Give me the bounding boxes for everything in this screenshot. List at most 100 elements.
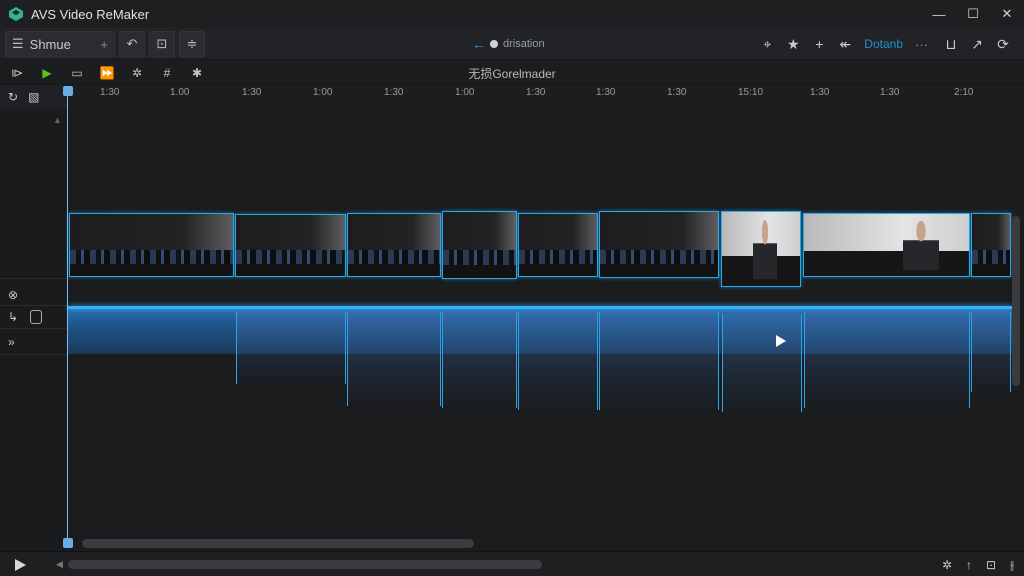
arrow-left-icon: ← bbox=[472, 36, 486, 52]
track-icon: ⊗ bbox=[8, 288, 19, 302]
status-bar: ◀ ✲ ↑ ⊡ ⫲ bbox=[0, 551, 1024, 576]
zoom-slider[interactable] bbox=[68, 560, 542, 569]
title-bar: AVS Video ReMaker — ☐ ✕ bbox=[0, 0, 1024, 28]
clip-thumbnail bbox=[972, 214, 1010, 252]
clip-thumbnail bbox=[600, 249, 718, 264]
vertical-scrollbar[interactable] bbox=[1012, 216, 1020, 386]
app-logo-icon bbox=[9, 7, 23, 21]
track-divider bbox=[0, 328, 67, 329]
settings-icon[interactable]: ⟳ bbox=[990, 31, 1016, 57]
main-toolbar: ☰ Shmue + ↶ ⊡ ≑ ← drisation ⌖ ★ + ↞ Dota… bbox=[0, 28, 1024, 60]
track-divider bbox=[0, 354, 67, 355]
clip-thumbnail bbox=[600, 264, 718, 277]
track-header-panel: ↻ ▧ ▲ ⊗ ↳ » bbox=[0, 85, 68, 551]
ruler-tick: 1:30 bbox=[526, 87, 546, 98]
undo-icon: ↶ bbox=[126, 36, 138, 51]
hamburger-icon: ☰ bbox=[12, 36, 24, 51]
clip-thumbnail bbox=[443, 212, 516, 252]
dot-icon bbox=[490, 40, 498, 48]
play-icon[interactable] bbox=[776, 335, 786, 347]
ruler-tick: 1:30 bbox=[596, 87, 616, 98]
pin-icon[interactable]: ⌖ bbox=[754, 31, 780, 57]
adjust-button[interactable]: ≑ bbox=[179, 31, 205, 57]
collapse-caret-icon[interactable]: ▲ bbox=[53, 115, 62, 125]
cross-icon[interactable]: + bbox=[806, 31, 832, 57]
clip-reflection bbox=[347, 312, 441, 406]
ruler-tick: 15:10 bbox=[738, 87, 764, 98]
scroll-left-icon[interactable]: ◀ bbox=[56, 559, 63, 570]
transport-bar: ⧐ ▶ ▭ ⏩ ✲ # ✱ 无损Gorelmader bbox=[0, 60, 1024, 85]
ruler-tick: 1:30 bbox=[242, 87, 262, 98]
playhead-handle-bottom[interactable] bbox=[63, 538, 73, 548]
crop-button[interactable]: ⊡ bbox=[149, 31, 175, 57]
clip-thumbnail bbox=[70, 214, 233, 252]
clip-thumbnail bbox=[70, 263, 233, 276]
undo-button[interactable]: ↶ bbox=[119, 31, 145, 57]
menu-button[interactable]: ☰ Shmue + bbox=[5, 31, 115, 57]
video-clip[interactable] bbox=[442, 211, 517, 279]
clip-thumbnail bbox=[236, 263, 345, 276]
video-clip[interactable] bbox=[235, 214, 346, 277]
clip-thumbnail bbox=[348, 263, 440, 276]
track-header-tools: ↻ ▧ bbox=[0, 85, 67, 109]
track-header-audio[interactable]: ↳ bbox=[0, 306, 67, 328]
clip-thumbnail bbox=[348, 214, 440, 252]
horizontal-scrollbar[interactable] bbox=[82, 539, 474, 548]
ruler-tick: 1:30 bbox=[100, 87, 120, 98]
clip-thumbnail bbox=[236, 250, 345, 264]
arrow-up-icon[interactable]: ↑ bbox=[966, 558, 972, 572]
clip-reflection bbox=[599, 312, 719, 410]
accent-link[interactable]: Dotanb bbox=[864, 37, 903, 51]
more-button[interactable]: ··· bbox=[915, 37, 928, 52]
video-clip[interactable] bbox=[599, 211, 719, 278]
gear-icon[interactable]: ✲ bbox=[942, 558, 952, 572]
clip-reflection bbox=[804, 312, 970, 408]
rotate-icon[interactable]: ↻ bbox=[8, 90, 18, 104]
project-title: 无损Gorelmader bbox=[468, 67, 556, 81]
fit-icon[interactable]: ⊡ bbox=[986, 558, 996, 572]
expand-icon[interactable]: ⊔ bbox=[938, 31, 964, 57]
image-icon[interactable]: ▧ bbox=[28, 90, 39, 104]
track-header-fx[interactable]: » bbox=[0, 331, 67, 353]
clip-thumbnail bbox=[443, 250, 516, 265]
clip-thumbnail bbox=[903, 220, 940, 270]
center-link[interactable]: ← drisation bbox=[472, 35, 545, 53]
split-icon[interactable]: ⫲ bbox=[1010, 558, 1014, 573]
maximize-button[interactable]: ☐ bbox=[956, 0, 990, 28]
track-header-video[interactable]: ⊗ bbox=[0, 284, 67, 306]
clip-thumbnail bbox=[70, 249, 233, 264]
play-icon[interactable] bbox=[15, 559, 26, 571]
minimize-button[interactable]: — bbox=[922, 0, 956, 28]
close-button[interactable]: ✕ bbox=[990, 0, 1024, 28]
lock-icon[interactable] bbox=[30, 310, 43, 324]
playhead-line[interactable] bbox=[67, 92, 68, 544]
video-clip[interactable] bbox=[518, 213, 598, 277]
arrow-left-icon[interactable]: ↞ bbox=[832, 31, 858, 57]
video-clip[interactable] bbox=[971, 213, 1011, 277]
ruler-tick: 1:30 bbox=[384, 87, 404, 98]
clip-thumbnail bbox=[519, 214, 597, 252]
status-bar-tools: ✲ ↑ ⊡ ⫲ bbox=[928, 555, 1014, 575]
export-icon[interactable]: ↗ bbox=[964, 31, 990, 57]
star-icon[interactable]: ★ bbox=[780, 31, 806, 57]
app-title: AVS Video ReMaker bbox=[31, 6, 150, 22]
clip-reflection bbox=[442, 312, 517, 408]
playhead-handle-top[interactable] bbox=[63, 86, 73, 96]
ruler-tick: 1:00 bbox=[455, 87, 475, 98]
clip-thumbnail bbox=[972, 249, 1010, 264]
video-clip-speaker[interactable] bbox=[721, 211, 801, 287]
video-clip[interactable] bbox=[69, 213, 234, 277]
sliders-icon: ≑ bbox=[186, 36, 198, 51]
center-link-label: drisation bbox=[503, 38, 545, 50]
clip-thumbnail bbox=[519, 249, 597, 264]
crop-icon: ⊡ bbox=[156, 36, 168, 51]
ruler-tick: 1:30 bbox=[810, 87, 830, 98]
video-clip-speaker[interactable] bbox=[803, 213, 970, 277]
clip-thumbnail bbox=[753, 219, 777, 279]
clip-thumbnail bbox=[804, 214, 969, 252]
toolbar-left-group: ☰ Shmue + ↶ ⊡ ≑ bbox=[5, 31, 209, 57]
ruler-tick: 1:30 bbox=[880, 87, 900, 98]
clip-reflection bbox=[722, 314, 802, 412]
timeline-ruler[interactable]: 1:30 1.00 1:30 1:00 1:30 1:00 1:30 1:30 … bbox=[68, 85, 1024, 103]
video-clip[interactable] bbox=[347, 213, 441, 277]
